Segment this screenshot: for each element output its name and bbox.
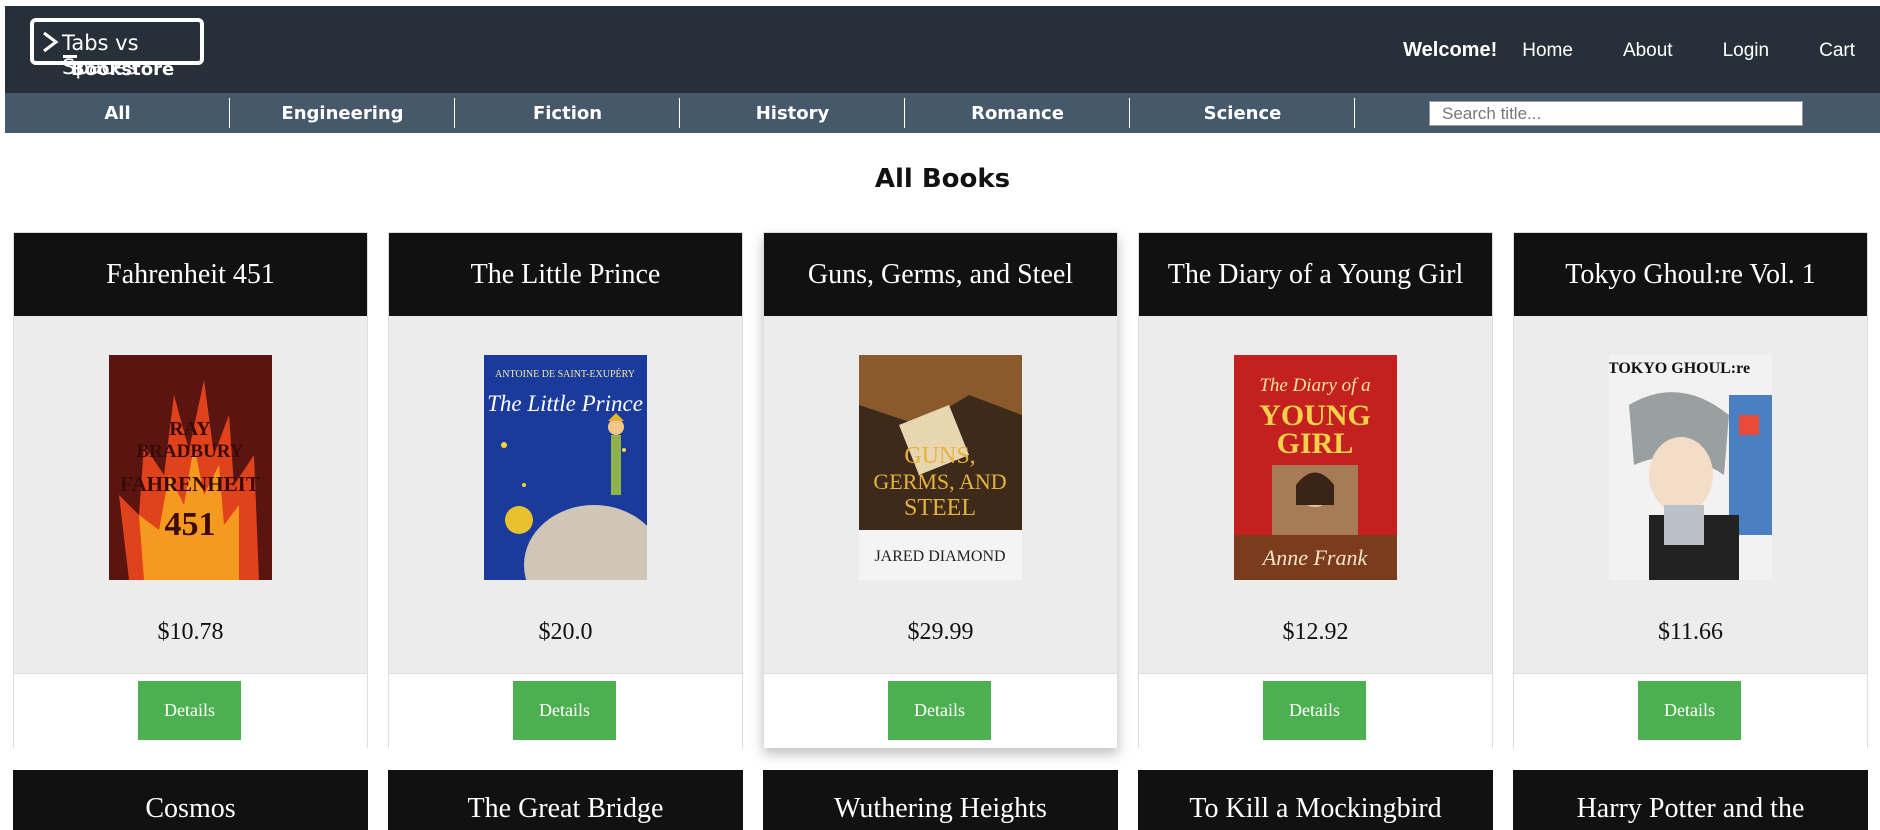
book-title: The Diary of a Young Girl	[1139, 233, 1492, 316]
card-footer: Details	[1514, 673, 1867, 748]
svg-text:BRADBURY: BRADBURY	[136, 441, 243, 462]
svg-text:STEEL: STEEL	[904, 495, 976, 521]
svg-text:The Diary of a: The Diary of a	[1259, 375, 1370, 396]
logo-subtitle: Bookstore	[71, 59, 175, 80]
category-label: Fiction	[532, 102, 603, 124]
main-nav: Welcome! Home About Login Cart	[1403, 39, 1880, 62]
page-title: All Books	[874, 164, 1011, 194]
book-card-title: Harry Potter and the	[1513, 770, 1868, 830]
nav-home[interactable]: Home	[1522, 40, 1573, 62]
details-button[interactable]: Details	[1638, 681, 1741, 740]
book-cover-image[interactable]: GUNS, GERMS, AND STEEL JARED DIAMOND	[859, 355, 1022, 580]
svg-text:RAY: RAY	[169, 418, 211, 440]
book-price: $29.99	[907, 619, 974, 645]
category-fiction[interactable]: Fiction	[455, 93, 680, 133]
top-navbar: Tabs vs Spaces Bookstore Welcome! Home A…	[5, 6, 1880, 93]
book-card-title: The Great Bridge	[388, 770, 743, 830]
card-footer: Details	[389, 673, 742, 748]
book-price: $11.66	[1657, 619, 1724, 645]
book-cover-image[interactable]: The Diary of a YOUNG GIRL Anne Frank	[1234, 355, 1397, 580]
book-card-title: Cosmos	[13, 770, 368, 830]
category-history[interactable]: History	[680, 93, 905, 133]
book-card: Fahrenheit 451 RAY BRADBURY FAHRENHEIT 4…	[13, 232, 368, 748]
nav-cart[interactable]: Cart	[1819, 40, 1855, 62]
card-footer: Details	[14, 673, 367, 748]
book-cover-image[interactable]: TOKYO GHOUL:re	[1609, 355, 1772, 580]
category-label: History	[755, 102, 830, 124]
book-price: $20.0	[538, 619, 593, 645]
category-romance[interactable]: Romance	[905, 93, 1130, 133]
svg-text:The Little Prince: The Little Prince	[487, 391, 643, 416]
card-footer: Details	[764, 673, 1117, 748]
details-button[interactable]: Details	[138, 681, 241, 740]
svg-text:GIRL: GIRL	[1277, 427, 1354, 460]
book-title: The Little Prince	[389, 233, 742, 316]
nav-login[interactable]: Login	[1723, 40, 1770, 62]
book-title: Tokyo Ghoul:re Vol. 1	[1514, 233, 1867, 316]
book-title: Guns, Germs, and Steel	[764, 233, 1117, 316]
category-bar: All Engineering Fiction History Romance …	[5, 93, 1880, 133]
divider	[1354, 98, 1355, 128]
category-science[interactable]: Science	[1130, 93, 1355, 133]
book-card: Guns, Germs, and Steel GUNS, GERMS, AND …	[763, 232, 1118, 748]
svg-text:GERMS, AND: GERMS, AND	[873, 469, 1006, 494]
book-card: The Diary of a Young Girl The Diary of a…	[1138, 232, 1493, 748]
book-card: The Little Prince ANTOINE DE SAINT-EXUPÉ…	[388, 232, 743, 748]
card-footer: Details	[1139, 673, 1492, 748]
category-label: Romance	[971, 102, 1064, 124]
category-label: All	[104, 102, 131, 124]
book-card-title: Wuthering Heights	[763, 770, 1118, 830]
book-card: Tokyo Ghoul:re Vol. 1 TOKYO GHOUL:re $11…	[1513, 232, 1868, 748]
details-button[interactable]: Details	[1263, 681, 1366, 740]
svg-text:Anne Frank: Anne Frank	[1261, 545, 1369, 570]
category-all[interactable]: All	[5, 93, 230, 133]
svg-text:FAHRENHEIT: FAHRENHEIT	[120, 472, 260, 496]
details-button[interactable]: Details	[888, 681, 991, 740]
book-card-title: To Kill a Mockingbird	[1138, 770, 1493, 830]
svg-text:GUNS,: GUNS,	[904, 443, 975, 469]
book-cover-image[interactable]: RAY BRADBURY FAHRENHEIT 451	[109, 355, 272, 580]
terminal-chevron-icon	[43, 31, 59, 53]
search-input[interactable]	[1429, 101, 1803, 126]
page: Tabs vs Spaces Bookstore Welcome! Home A…	[5, 6, 1880, 830]
svg-text:TOKYO GHOUL:re: TOKYO GHOUL:re	[1609, 360, 1750, 377]
site-logo[interactable]: Tabs vs Spaces	[30, 18, 204, 79]
book-price: $12.92	[1282, 619, 1349, 645]
svg-text:451: 451	[165, 506, 216, 543]
welcome-text: Welcome!	[1403, 39, 1498, 61]
category-engineering[interactable]: Engineering	[230, 93, 455, 133]
book-title: Fahrenheit 451	[14, 233, 367, 316]
logo-cursor	[63, 55, 77, 58]
category-label: Science	[1203, 102, 1282, 124]
svg-text:ANTOINE DE SAINT-EXUPÉRY: ANTOINE DE SAINT-EXUPÉRY	[495, 368, 635, 380]
category-label: Engineering	[281, 102, 404, 124]
book-cover-image[interactable]: ANTOINE DE SAINT-EXUPÉRY The Little Prin…	[484, 355, 647, 580]
nav-about[interactable]: About	[1623, 40, 1673, 62]
svg-text:JARED DIAMOND: JARED DIAMOND	[874, 548, 1005, 565]
book-price: $10.78	[157, 619, 224, 645]
details-button[interactable]: Details	[513, 681, 616, 740]
